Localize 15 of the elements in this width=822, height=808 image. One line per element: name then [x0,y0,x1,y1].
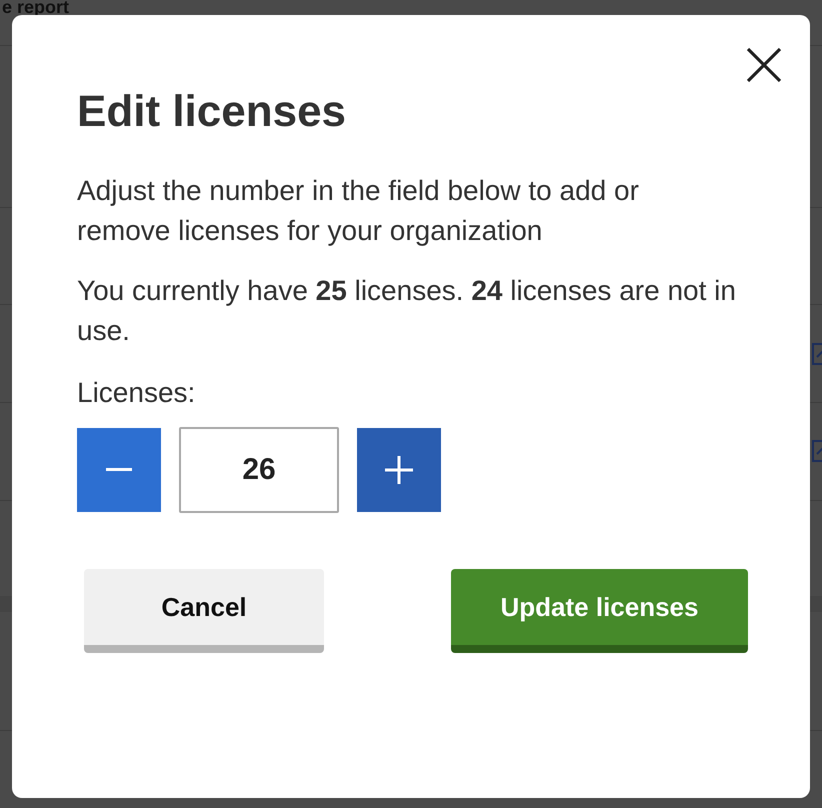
minus-icon [106,468,132,472]
description-text: Adjust the number in the field below to add or remove licenses for your organization [77,174,640,248]
license-status-text: You currently have 25 licenses. 24 licenses are not in use. [77,274,737,348]
close-icon[interactable] [746,47,782,83]
cancel-button[interactable]: Cancel [84,569,324,653]
update-licenses-button[interactable]: Update licenses [451,569,748,653]
edit-icon[interactable] [812,440,822,462]
plus-icon [385,456,413,484]
license-count-field[interactable]: 26 [179,427,339,513]
increment-button[interactable] [357,428,441,512]
page-heading: e report [2,0,70,14]
field-label: Licenses: [77,376,196,410]
edit-icon[interactable] [812,343,822,365]
decrement-button[interactable] [77,428,161,512]
dialog-title: Edit licenses [77,87,348,137]
